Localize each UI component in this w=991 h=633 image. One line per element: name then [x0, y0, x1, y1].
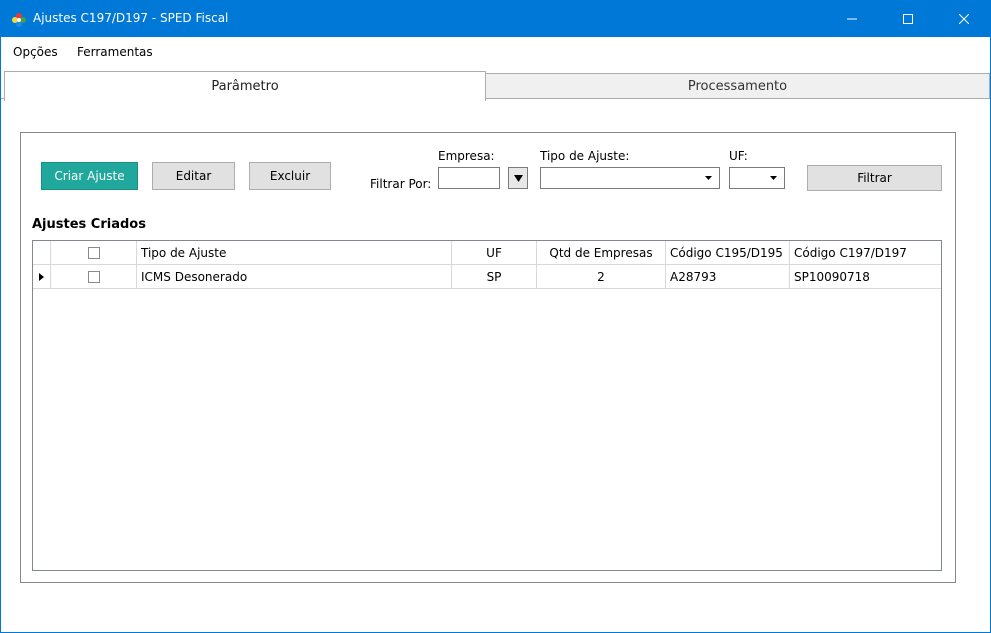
triangle-down-icon: [513, 174, 523, 182]
header-select-all[interactable]: [51, 241, 137, 265]
uf-label: UF:: [729, 149, 748, 163]
grid-header-row: Tipo de Ajuste UF Qtd de Empresas Código…: [33, 241, 941, 265]
app-window: Ajustes C197/D197 - SPED Fiscal Opções F…: [0, 0, 991, 633]
row-header-cell: [33, 241, 51, 265]
close-icon: [959, 14, 969, 24]
cell-uf[interactable]: SP: [452, 265, 537, 289]
adjust-type-select[interactable]: [540, 167, 720, 189]
maximize-icon: [903, 14, 913, 24]
header-qtd-empresas[interactable]: Qtd de Empresas: [537, 241, 666, 265]
filter-by-label: Filtrar Por:: [370, 177, 432, 191]
section-title: Ajustes Criados: [32, 217, 146, 232]
company-dropdown-button[interactable]: [508, 167, 528, 189]
select-all-checkbox[interactable]: [87, 247, 100, 259]
table-row[interactable]: ICMS Desonerado SP 2 A28793 SP10090718: [33, 265, 941, 289]
window-title: Ajustes C197/D197 - SPED Fiscal: [33, 11, 229, 25]
minimize-icon: [847, 18, 857, 20]
edit-button[interactable]: Editar: [152, 162, 235, 190]
menu-options[interactable]: Opções: [13, 45, 58, 59]
maximize-button[interactable]: [885, 1, 931, 37]
minimize-button[interactable]: [829, 1, 875, 37]
header-codigo-c197[interactable]: Código C197/D197: [790, 241, 941, 265]
cell-tipo-ajuste[interactable]: ICMS Desonerado: [137, 265, 452, 289]
row-indicator: [33, 265, 51, 289]
menu-bar: Opções Ferramentas: [1, 37, 990, 67]
uf-select[interactable]: [729, 167, 785, 189]
close-button[interactable]: [941, 1, 987, 37]
header-codigo-c195[interactable]: Código C195/D195: [666, 241, 790, 265]
header-tipo-ajuste[interactable]: Tipo de Ajuste: [137, 241, 452, 265]
chevron-down-icon: [703, 173, 713, 183]
cell-qtd-empresas[interactable]: 2: [537, 265, 666, 289]
row-checkbox[interactable]: [87, 271, 100, 283]
company-input[interactable]: [438, 167, 500, 189]
filter-button[interactable]: Filtrar: [807, 165, 942, 191]
cell-codigo-c197[interactable]: SP10090718: [790, 265, 941, 289]
row-select-cell[interactable]: [51, 265, 137, 289]
delete-button[interactable]: Excluir: [249, 162, 331, 190]
header-uf[interactable]: UF: [452, 241, 537, 265]
app-logo-icon: [12, 13, 26, 27]
company-label: Empresa:: [438, 149, 495, 163]
adjust-type-label: Tipo de Ajuste:: [540, 149, 630, 163]
tab-parametro[interactable]: Parâmetro: [4, 71, 486, 101]
menu-tools[interactable]: Ferramentas: [77, 45, 153, 59]
tab-processamento[interactable]: Processamento: [486, 73, 990, 99]
adjustments-grid: Tipo de Ajuste UF Qtd de Empresas Código…: [32, 240, 942, 571]
chevron-down-icon: [768, 173, 778, 183]
cell-codigo-c195[interactable]: A28793: [666, 265, 790, 289]
create-adjust-button[interactable]: Criar Ajuste: [41, 162, 138, 190]
row-pointer-icon: [39, 273, 44, 281]
title-bar: Ajustes C197/D197 - SPED Fiscal: [1, 1, 990, 37]
